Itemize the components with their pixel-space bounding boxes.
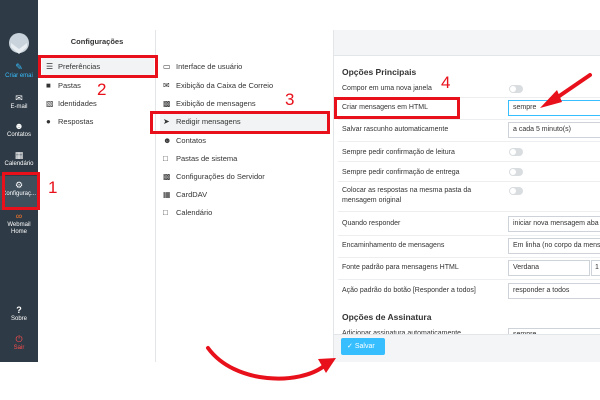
section-carddav[interactable]: ▦ CardDAV [160, 186, 328, 204]
annotation-box-html-option [334, 97, 460, 119]
reply-mode-label: Quando responder [342, 220, 401, 227]
section-label: Exibição da Caixa de Correio [176, 81, 274, 90]
save-button[interactable]: ✓ Salvar [341, 338, 385, 355]
calendar-label: Calendário [4, 161, 34, 167]
roundcube-logo-icon [9, 33, 29, 54]
annotation-box-compose [150, 111, 330, 134]
users-icon: ☻ [163, 136, 172, 145]
compose-button[interactable]: ✎ Criar emai [0, 62, 38, 80]
divider [338, 257, 600, 258]
server-icon: ▩ [163, 172, 171, 181]
folder-icon: ■ [46, 81, 51, 90]
default-font-size-select[interactable]: 1 [591, 260, 600, 276]
reply-same-folder-toggle[interactable] [509, 187, 523, 195]
forward-mode-select[interactable]: Em linha (no corpo da mens [508, 238, 600, 254]
calendar-icon: ▦ [14, 150, 24, 160]
compose-new-window-label: Compor em uma nova janela [342, 85, 432, 92]
settings-item-label: Respostas [58, 117, 94, 126]
save-label: Salvar [354, 343, 375, 350]
section-user-interface[interactable]: ▭ Interface de usuário [160, 58, 328, 76]
divider [338, 161, 600, 162]
checkmark-icon: ✓ [347, 343, 353, 350]
delivery-receipt-label: Sempre pedir confirmação de entrega [342, 169, 460, 176]
section-label: Pastas de sistema [176, 154, 238, 163]
address-book-icon: ▦ [163, 190, 171, 199]
about-button[interactable]: ? Sobre [0, 305, 38, 323]
section-label: CardDAV [176, 190, 208, 199]
mail-label: E-mail [10, 104, 28, 110]
webmail-home-button[interactable]: ∞ Webmail Home [0, 211, 38, 236]
signature-options-title: Opções de Assinatura [342, 312, 432, 322]
calendar-button[interactable]: ▦ Calendário [0, 150, 38, 168]
envelope-icon: ✉ [163, 81, 170, 90]
divider [338, 235, 600, 236]
draft-autosave-label: Salvar rascunho automaticamente [342, 126, 449, 133]
envelope-icon: ✉ [15, 93, 23, 103]
power-icon: ⏻ [15, 334, 23, 344]
annotation-box-preferences [38, 55, 158, 78]
divider [338, 181, 600, 182]
calendar-icon: □ [163, 208, 168, 217]
settings-item-responses[interactable]: ● Respostas [42, 113, 154, 130]
divider [338, 211, 600, 212]
link-icon: ∞ [15, 211, 23, 221]
settings-item-label: Identidades [58, 99, 97, 108]
id-card-icon: ▧ [46, 99, 54, 108]
reply-mode-select[interactable]: iniciar nova mensagem aba [508, 216, 600, 232]
section-special-folders[interactable]: □ Pastas de sistema [160, 150, 328, 168]
annotation-number-1: 1 [48, 178, 58, 197]
logout-label: Sair [13, 345, 25, 351]
delivery-receipt-toggle[interactable] [509, 168, 523, 176]
compose-new-window-toggle[interactable] [509, 85, 523, 93]
about-label: Sobre [10, 316, 27, 322]
reply-all-default-select[interactable]: responder a todos [508, 283, 600, 299]
section-contacts[interactable]: ☻ Contatos [160, 132, 328, 150]
section-label: Configurações do Servidor [176, 172, 265, 181]
compose-html-select[interactable]: sempre [508, 100, 600, 116]
annotation-number-3: 3 [285, 90, 295, 109]
section-mailbox-view[interactable]: ✉ Exibição da Caixa de Correio [160, 77, 328, 95]
section-server-settings[interactable]: ▩ Configurações do Servidor [160, 168, 328, 186]
webmail-home-label: Webmail Home [7, 222, 31, 235]
divider [338, 279, 600, 280]
main-options-title: Opções Principais [342, 67, 417, 77]
mail-button[interactable]: ✉ E-mail [0, 93, 38, 111]
annotation-box-settings [2, 172, 40, 210]
read-receipt-label: Sempre pedir confirmação de leitura [342, 149, 455, 156]
default-font-select[interactable]: Verdana [508, 260, 590, 276]
settings-list-title: Configurações [70, 37, 124, 46]
section-label: Calendário [176, 208, 213, 217]
settings-item-label: Pastas [58, 81, 81, 90]
users-icon: ☻ [14, 121, 24, 131]
annotation-number-4: 4 [441, 73, 451, 92]
read-receipt-toggle[interactable] [509, 148, 523, 156]
comment-icon: ● [46, 117, 51, 126]
folder-icon: □ [163, 154, 168, 163]
reply-same-folder-label: Colocar as respostas na mesma pasta da m… [342, 187, 472, 204]
default-font-label: Fonte padrão para mensagens HTML [342, 264, 459, 271]
contacts-button[interactable]: ☻ Contatos [0, 121, 38, 139]
section-label: Exibição de mensagens [176, 99, 256, 108]
divider [338, 119, 600, 120]
compose-label: Criar emai [5, 73, 33, 79]
reply-all-default-label: Ação padrão do botão [Responder a todos] [342, 287, 476, 294]
monitor-icon: ▭ [163, 62, 171, 71]
section-calendar[interactable]: □ Calendário [160, 204, 328, 222]
panel-toolbar [334, 30, 600, 56]
section-label: Interface de usuário [176, 62, 243, 71]
pencil-icon: ✎ [15, 62, 23, 72]
section-label: Contatos [176, 136, 207, 145]
divider [338, 141, 600, 142]
question-icon: ? [16, 305, 22, 315]
forward-mode-label: Encaminhamento de mensagens [342, 242, 445, 249]
draft-autosave-select[interactable]: a cada 5 minuto(s) [508, 122, 600, 138]
annotation-number-2: 2 [97, 80, 107, 99]
contacts-label: Contatos [6, 132, 31, 138]
logout-button[interactable]: ⏻ Sair [0, 334, 38, 352]
